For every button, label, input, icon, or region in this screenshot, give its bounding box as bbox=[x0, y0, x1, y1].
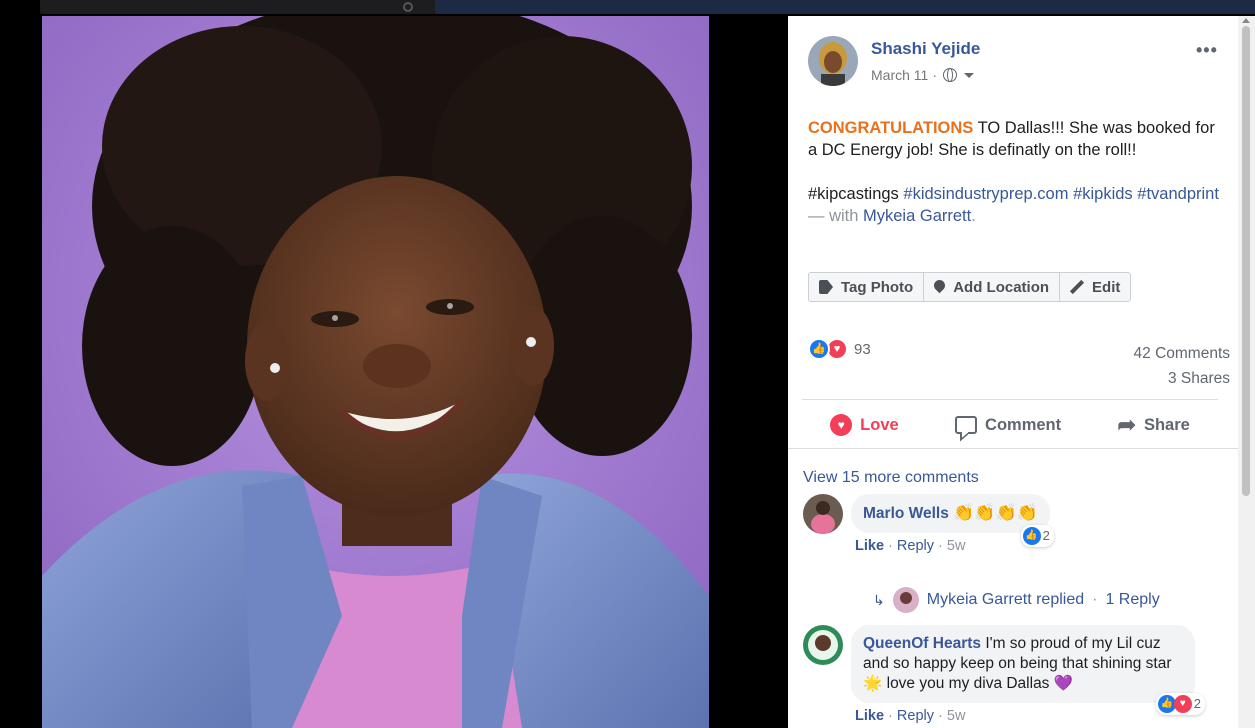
clapping-emoji: 👏👏👏👏 bbox=[953, 503, 1038, 522]
star-emoji: 🌟 bbox=[863, 675, 883, 692]
comment-bubble: QueenOf Hearts I'm so proud of my Lil cu… bbox=[851, 625, 1205, 715]
comment-item: QueenOf Hearts I'm so proud of my Lil cu… bbox=[803, 625, 1205, 724]
post-counts: 42 Comments 3 Shares bbox=[1134, 341, 1230, 391]
commenter-name[interactable]: Marlo Wells bbox=[863, 505, 949, 522]
with-text: — with bbox=[808, 207, 864, 225]
replier-text[interactable]: Mykeia Garrett replied bbox=[927, 591, 1084, 609]
tagged-person-link[interactable]: Mykeia Garrett bbox=[863, 207, 971, 225]
comment-reactions[interactable]: 👍 2 bbox=[1020, 525, 1054, 547]
avatar bbox=[803, 494, 843, 534]
reaction-count: 93 bbox=[854, 340, 871, 358]
reply-count-link[interactable]: 1 Reply bbox=[1105, 591, 1159, 609]
tag-photo-button[interactable]: Tag Photo bbox=[809, 273, 923, 301]
add-location-label: Add Location bbox=[953, 278, 1050, 296]
commenter-name[interactable]: QueenOf Hearts bbox=[863, 635, 981, 652]
share-label: Share bbox=[1143, 415, 1190, 434]
author-avatar[interactable] bbox=[808, 36, 858, 86]
comment-actions: Like · Reply · 5w bbox=[855, 708, 966, 724]
scrollbar-thumb[interactable] bbox=[1242, 26, 1250, 496]
like-reaction-icon: 👍 bbox=[1022, 527, 1041, 545]
edit-label: Edit bbox=[1092, 278, 1121, 296]
comment-bubble: Marlo Wells 👏👏👏👏 👍 2 bbox=[851, 494, 1054, 547]
comment-reaction-count: 2 bbox=[1042, 528, 1050, 543]
more-options-icon[interactable]: ••• bbox=[1196, 40, 1218, 61]
shares-count[interactable]: 3 Shares bbox=[1134, 366, 1230, 391]
comment-time[interactable]: 5w bbox=[947, 708, 966, 724]
comment-reaction-count: 2 bbox=[1193, 696, 1201, 711]
heart-icon: ♥ bbox=[830, 414, 853, 436]
comment-time[interactable]: 5w bbox=[947, 538, 966, 554]
scrollbar[interactable] bbox=[1238, 16, 1255, 728]
author-avatar-image bbox=[808, 36, 858, 86]
share-button[interactable]: ➦ Share bbox=[1118, 414, 1190, 436]
privacy-caret-icon[interactable] bbox=[964, 72, 974, 78]
post-photo[interactable] bbox=[42, 16, 709, 728]
comment-reply-link[interactable]: Reply bbox=[897, 708, 934, 724]
comment-text-2: love you my diva Dallas bbox=[882, 675, 1054, 692]
comment-like-link[interactable]: Like bbox=[855, 708, 884, 724]
comment-label: Comment bbox=[985, 415, 1062, 434]
reply-arrow-icon: ↳ bbox=[873, 591, 885, 608]
girl-portrait-image bbox=[42, 16, 709, 728]
tag-icon bbox=[819, 280, 833, 294]
share-icon: ➦ bbox=[1117, 412, 1136, 437]
hashtag-kipcastings: #kipcastings bbox=[808, 185, 904, 203]
tag-photo-label: Tag Photo bbox=[841, 278, 914, 296]
top-strip bbox=[0, 0, 1255, 16]
search-bar[interactable] bbox=[40, 0, 435, 14]
comment-button[interactable]: Comment bbox=[955, 416, 1061, 435]
like-comment-share-bar: ♥ Love Comment ➦ Share bbox=[802, 402, 1218, 448]
photo-action-bar: Tag Photo Add Location Edit bbox=[808, 272, 1132, 302]
post-panel: Shashi Yejide March 11 · ••• CONGRATULAT… bbox=[788, 16, 1238, 728]
hashtag-kidsindustryprep[interactable]: #kidsindustryprep.com bbox=[903, 185, 1068, 203]
commenter-avatar[interactable] bbox=[803, 494, 843, 534]
post-date[interactable]: March 11 bbox=[871, 67, 928, 83]
congrats-text: CONGRATULATIONS bbox=[808, 119, 974, 137]
top-nav-bar bbox=[435, 0, 1255, 14]
comments-count[interactable]: 42 Comments bbox=[1134, 341, 1230, 366]
add-location-button[interactable]: Add Location bbox=[923, 273, 1059, 301]
with-end: . bbox=[971, 207, 976, 225]
comment-item: Marlo Wells 👏👏👏👏 👍 2 Like · Reply · 5w bbox=[803, 494, 1054, 554]
hashtag-tvandprint[interactable]: #tvandprint bbox=[1137, 185, 1219, 203]
view-more-comments-link[interactable]: View 15 more comments bbox=[803, 469, 979, 487]
search-icon[interactable] bbox=[403, 2, 413, 12]
post-author-name[interactable]: Shashi Yejide bbox=[871, 39, 980, 59]
replies-summary[interactable]: ↳ Mykeia Garrett replied · 1 Reply bbox=[873, 587, 1160, 613]
scroll-up-arrow-icon[interactable] bbox=[1242, 18, 1250, 23]
post-text: CONGRATULATIONS TO Dallas!!! She was boo… bbox=[808, 117, 1228, 227]
avatar bbox=[803, 625, 843, 665]
post-meta: March 11 · bbox=[871, 67, 974, 83]
commenter-avatar[interactable] bbox=[803, 625, 843, 665]
replier-avatar bbox=[892, 587, 919, 613]
pencil-icon bbox=[1070, 280, 1084, 294]
love-reaction-icon: ♥ bbox=[1173, 695, 1192, 713]
comment-reply-link[interactable]: Reply bbox=[897, 538, 934, 554]
love-button[interactable]: ♥ Love bbox=[830, 414, 899, 436]
comments-section: View 15 more comments Marlo Wells 👏👏👏👏 👍… bbox=[788, 448, 1238, 728]
hashtag-kipkids[interactable]: #kipkids bbox=[1073, 185, 1133, 203]
edit-button[interactable]: Edit bbox=[1059, 273, 1130, 301]
location-pin-icon bbox=[934, 280, 945, 294]
love-label: Love bbox=[860, 415, 899, 434]
separator: · bbox=[1092, 591, 1098, 608]
comment-like-link[interactable]: Like bbox=[855, 538, 884, 554]
comment-reactions[interactable]: 👍 ♥ 2 bbox=[1155, 693, 1205, 715]
globe-icon[interactable] bbox=[943, 68, 957, 82]
purple-heart-emoji: 💜 bbox=[1053, 675, 1074, 692]
comment-icon bbox=[955, 416, 978, 434]
reaction-summary[interactable]: 👍 ♥ 93 bbox=[808, 338, 871, 360]
like-reaction-icon: 👍 bbox=[808, 338, 830, 360]
meta-separator: · bbox=[932, 67, 937, 83]
divider bbox=[802, 399, 1218, 400]
